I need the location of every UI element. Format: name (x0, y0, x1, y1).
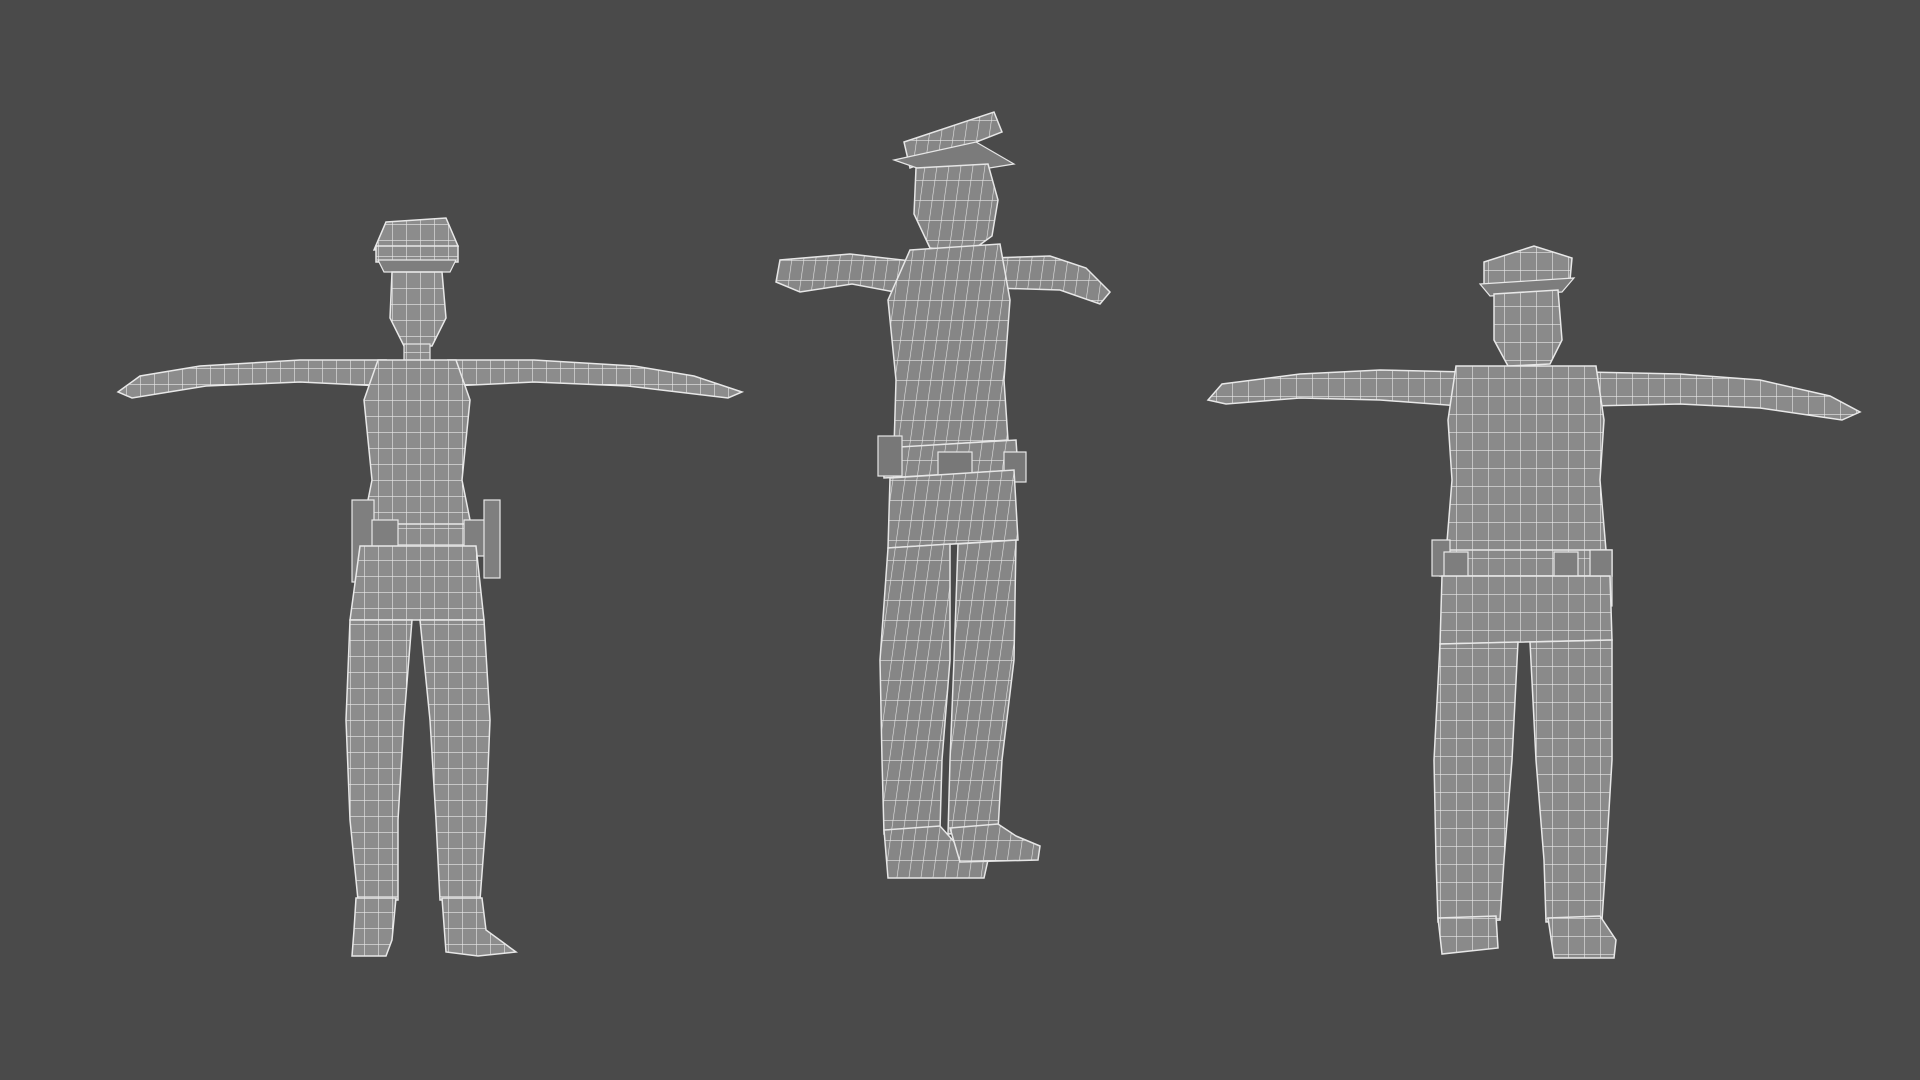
belt-pouch-right (483, 499, 501, 579)
right-arm (447, 359, 745, 399)
figure-female-officer-front (116, 217, 745, 957)
left-boot (351, 897, 397, 957)
hips (349, 545, 485, 621)
figure-male-officer-back (1206, 245, 1862, 959)
torso (887, 243, 1011, 449)
head (1493, 289, 1563, 367)
head (913, 163, 999, 253)
left-leg (345, 619, 413, 901)
belt-pouch-left (877, 435, 903, 477)
right-boot (441, 897, 519, 957)
right-leg (1529, 639, 1613, 923)
left-shoe (1437, 915, 1499, 955)
torso (1445, 365, 1607, 555)
right-arm (1585, 371, 1862, 421)
left-leg (879, 543, 951, 835)
wireframe-scene (116, 111, 1862, 959)
left-arm (1206, 369, 1467, 407)
cap-brim (377, 259, 457, 273)
right-shoe (949, 823, 1041, 863)
left-leg (1433, 641, 1519, 923)
hips (1439, 575, 1613, 645)
right-shoe (1547, 915, 1617, 959)
head (389, 271, 447, 347)
right-leg (947, 539, 1017, 835)
torso (359, 359, 475, 541)
figure-male-officer-three-quarter (775, 111, 1112, 879)
left-arm (116, 359, 387, 399)
hips (887, 469, 1019, 549)
police-cap (372, 217, 460, 251)
render-viewport (0, 0, 1920, 1080)
right-leg (419, 619, 491, 901)
